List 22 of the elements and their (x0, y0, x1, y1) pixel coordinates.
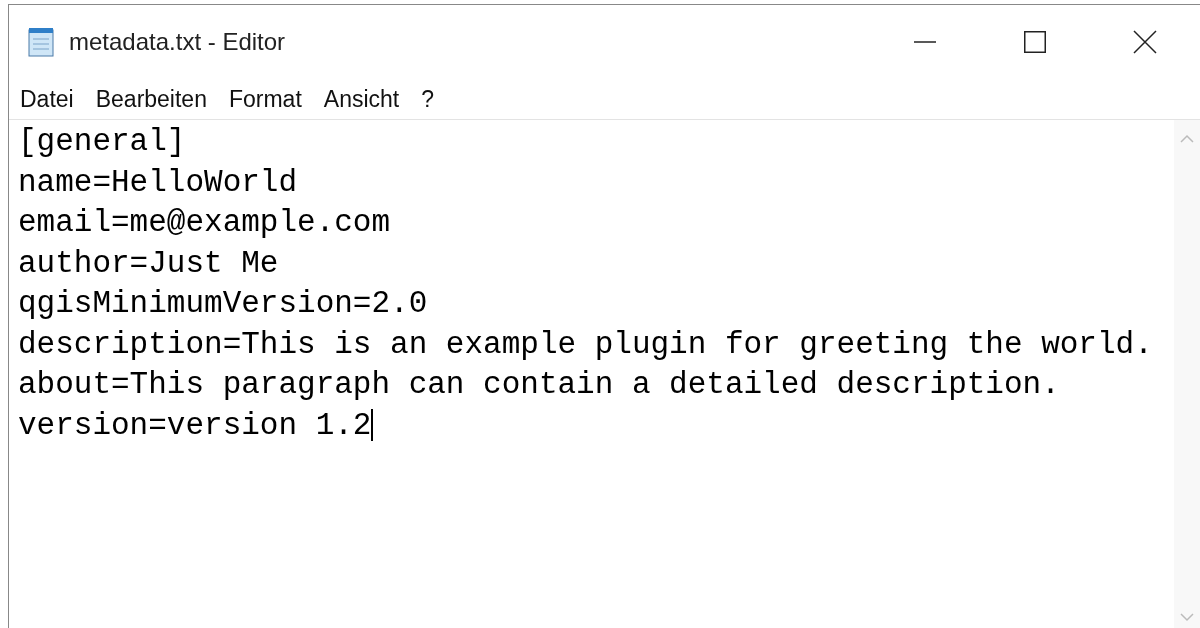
text-line: version=version 1.2 (18, 406, 374, 445)
minimize-icon (914, 41, 936, 43)
text-line: name=HelloWorld (18, 163, 299, 202)
menu-item[interactable]: Format (228, 85, 302, 113)
text-line: qgisMinimumVersion=2.0 (18, 285, 429, 323)
scroll-up-icon[interactable] (1180, 134, 1194, 144)
text-line: about=This paragraph can contain a detailed description. (18, 366, 1061, 404)
maximize-icon (1024, 31, 1046, 53)
menu-item[interactable]: Bearbeiten (95, 85, 207, 113)
notepad-icon (25, 26, 57, 58)
menu-item[interactable]: ? (421, 85, 435, 113)
text-line: email=me@example.com (18, 204, 392, 242)
text-cursor (371, 409, 373, 442)
close-icon (1133, 30, 1157, 54)
text-line: author=Just Me (18, 244, 280, 283)
text-line: [general] (18, 123, 187, 161)
scroll-down-icon[interactable] (1180, 612, 1194, 622)
window-title: metadata.txt - Editor (69, 28, 286, 56)
menu-item[interactable]: Ansicht (323, 85, 400, 113)
text-line: description=This is an example plugin for greeting the world. (18, 325, 1154, 364)
menu-item[interactable]: Datei (20, 85, 74, 113)
vertical-scrollbar[interactable] (1174, 120, 1200, 628)
